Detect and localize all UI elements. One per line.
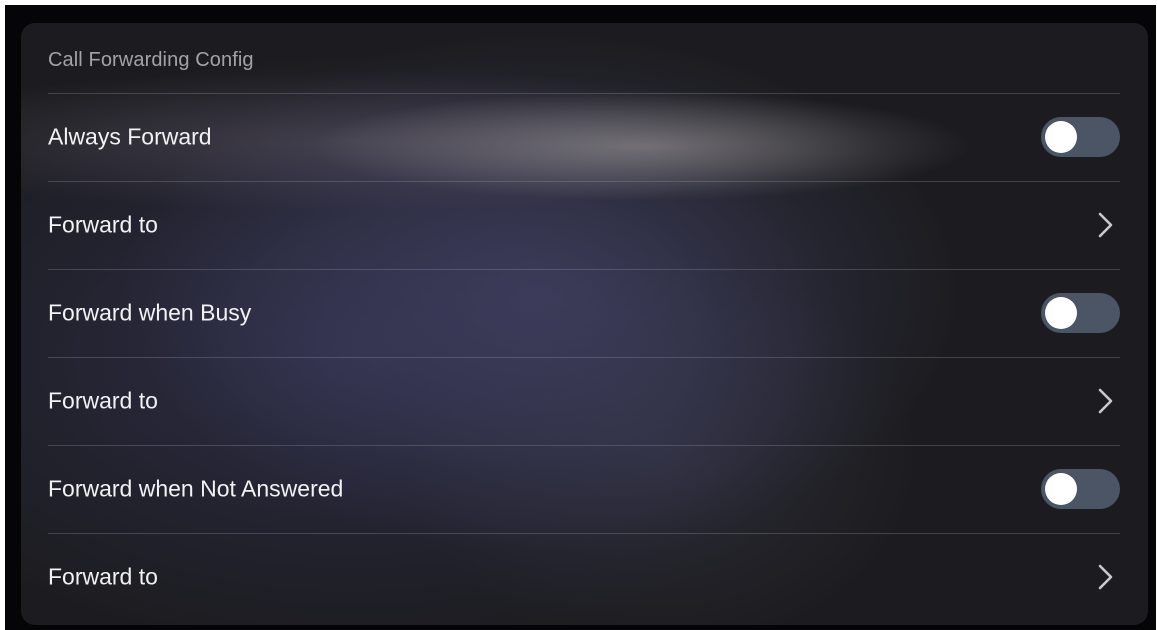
forward-when-not-answered-toggle[interactable]	[1041, 469, 1120, 509]
forward-when-busy-toggle[interactable]	[1041, 293, 1120, 333]
row-always-forward[interactable]: Always Forward	[48, 93, 1120, 180]
row-label: Forward to	[48, 211, 158, 238]
toggle-knob	[1045, 121, 1077, 153]
always-forward-toggle[interactable]	[1041, 117, 1120, 157]
row-forward-to-busy[interactable]: Forward to	[48, 357, 1120, 444]
row-forward-when-not-answered[interactable]: Forward when Not Answered	[48, 445, 1120, 532]
toggle-knob	[1045, 473, 1077, 505]
row-label: Forward when Busy	[48, 299, 252, 326]
row-forward-to-not-answered[interactable]: Forward to	[48, 533, 1120, 620]
row-forward-when-busy[interactable]: Forward when Busy	[48, 269, 1120, 356]
call-forwarding-panel: Call Forwarding Config Always Forward Fo…	[21, 23, 1148, 625]
row-label: Forward to	[48, 387, 158, 414]
device-screen: Call Forwarding Config Always Forward Fo…	[5, 5, 1156, 630]
row-label: Forward when Not Answered	[48, 475, 344, 502]
row-forward-to-always[interactable]: Forward to	[48, 181, 1120, 268]
row-label: Forward to	[48, 563, 158, 590]
chevron-right-icon[interactable]	[1095, 562, 1117, 592]
chevron-right-icon[interactable]	[1095, 386, 1117, 416]
panel-title: Call Forwarding Config	[48, 49, 254, 71]
row-label: Always Forward	[48, 123, 212, 150]
chevron-right-icon[interactable]	[1095, 210, 1117, 240]
toggle-knob	[1045, 297, 1077, 329]
